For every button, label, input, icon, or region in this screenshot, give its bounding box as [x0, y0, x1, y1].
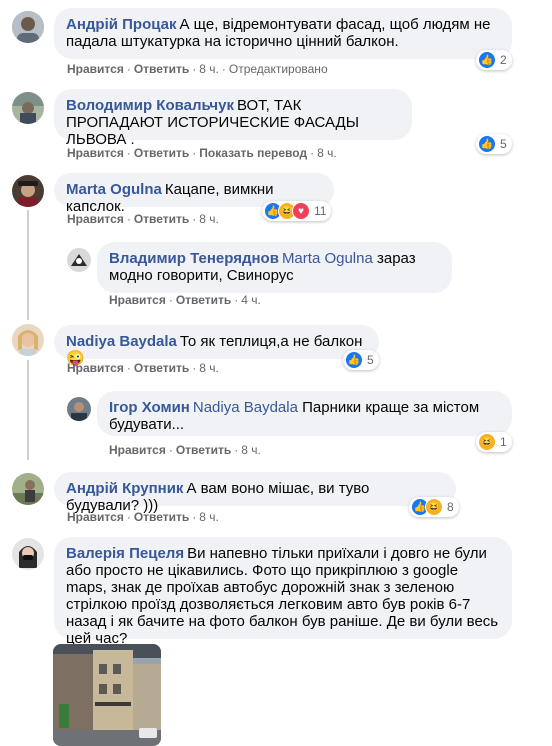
comment-bubble: Володимир Ковальчук ВОТ, ТАК ПРОПАДАЮТ ИС…	[54, 89, 412, 148]
reaction-summary[interactable]: 👍 5	[343, 350, 379, 370]
reaction-summary[interactable]: 👍 5	[476, 134, 512, 154]
haha-icon: 😆	[425, 498, 443, 516]
like-button[interactable]: Нравится	[109, 443, 166, 457]
avatar[interactable]	[12, 473, 44, 505]
reply-button[interactable]: Ответить	[134, 510, 189, 524]
thread-line	[27, 210, 29, 320]
comment-author[interactable]: Nadiya Baydala	[66, 333, 177, 350]
avatar[interactable]	[12, 538, 44, 570]
show-translation-button[interactable]: Показать перевод	[199, 146, 307, 160]
avatar[interactable]	[12, 92, 44, 124]
comment-author[interactable]: Ігор Хомин	[109, 399, 190, 416]
comment-author[interactable]: Андрій Процак	[66, 16, 177, 33]
avatar[interactable]	[67, 397, 91, 421]
avatar[interactable]	[67, 248, 91, 272]
comment-bubble: Nadiya Baydala То як теплиця,а не балкон😜	[54, 325, 379, 367]
timestamp[interactable]: 4 ч.	[241, 293, 261, 307]
comment-actions: Нравится · Ответить · 8 ч.	[67, 361, 219, 375]
comment-actions: Нравится · Ответить · 8 ч.	[67, 212, 219, 226]
like-button[interactable]: Нравится	[67, 510, 124, 524]
timestamp[interactable]: 8 ч.	[241, 443, 261, 457]
reaction-count: 11	[314, 204, 327, 218]
reaction-count: 8	[447, 500, 454, 514]
reply-button[interactable]: Ответить	[176, 443, 231, 457]
reaction-summary[interactable]: 👍 😆 8	[409, 497, 459, 517]
timestamp[interactable]: 8 ч.	[199, 212, 219, 226]
reply-button[interactable]: Ответить	[176, 293, 231, 307]
reaction-summary[interactable]: 😆 1	[476, 432, 512, 452]
timestamp[interactable]: 8 ч.	[199, 361, 219, 375]
timestamp[interactable]: 8 ч.	[317, 146, 337, 160]
comment-author[interactable]: Владимир Тенеряднов	[109, 250, 279, 267]
like-icon: 👍	[478, 135, 496, 153]
mention-link[interactable]: Nadiya Baydala	[193, 399, 298, 416]
comment-author[interactable]: Marta Ogulna	[66, 181, 162, 198]
love-icon: ♥	[292, 202, 310, 220]
comment-author[interactable]: Володимир Ковальчук	[66, 97, 234, 114]
like-icon: 👍	[478, 51, 496, 69]
reply-button[interactable]: Ответить	[134, 361, 189, 375]
reaction-summary[interactable]: 👍 2	[476, 50, 512, 70]
comment-bubble: Ігор Хомин Nadiya Baydala Парники краще з…	[97, 391, 512, 436]
avatar[interactable]	[12, 175, 44, 207]
comment-bubble: Андрій Процак А ще, відремонтувати фасад,…	[54, 8, 512, 59]
edited-label: Отредактировано	[228, 62, 328, 76]
haha-icon: 😆	[478, 433, 496, 451]
reply-button[interactable]: Ответить	[134, 212, 189, 226]
comment-author[interactable]: Валерія Пецеля	[66, 545, 184, 562]
reaction-summary[interactable]: 👍 😆 ♥ 11	[262, 201, 332, 221]
reply-button[interactable]: Ответить	[134, 146, 189, 160]
comment-actions: Нравится · Ответить · Показать перевод · 8 ч.	[67, 146, 337, 160]
avatar[interactable]	[12, 324, 44, 356]
avatar[interactable]	[12, 11, 44, 43]
like-button[interactable]: Нравится	[67, 146, 124, 160]
reaction-count: 5	[367, 353, 374, 367]
comment-text: То як теплиця,а не балкон	[179, 333, 363, 350]
like-button[interactable]: Нравится	[67, 212, 124, 226]
comment-actions: Нравится · Ответить · 8 ч.	[67, 510, 219, 524]
comment-author[interactable]: Андрій Крупник	[66, 480, 183, 497]
comment-actions: Нравится · Ответить · 8 ч.	[109, 443, 261, 457]
mention-link[interactable]: Marta Ogulna	[282, 250, 373, 267]
comment-bubble: Андрій Крупник А вам воно мішає, ви туво …	[54, 472, 456, 514]
like-button[interactable]: Нравится	[109, 293, 166, 307]
timestamp[interactable]: 8 ч.	[199, 62, 219, 76]
comment-bubble: Валерія Пецеля Ви напевно тільки приїхали…	[54, 537, 512, 647]
attached-photo[interactable]	[53, 644, 161, 746]
comment-actions: Нравится · Ответить · 4 ч.	[109, 293, 261, 307]
like-icon: 👍	[345, 351, 363, 369]
reply-button[interactable]: Ответить	[134, 62, 189, 76]
like-button[interactable]: Нравится	[67, 361, 124, 375]
comment-actions: Нравится · Ответить · 8 ч. · Отредактировано	[67, 62, 328, 76]
like-button[interactable]: Нравится	[67, 62, 124, 76]
comment-bubble: Владимир Тенеряднов Marta Ogulna зараз мо…	[97, 242, 452, 293]
timestamp[interactable]: 8 ч.	[199, 510, 219, 524]
reaction-count: 5	[500, 137, 507, 151]
thread-line	[27, 360, 29, 460]
reaction-count: 2	[500, 53, 507, 67]
reaction-count: 1	[500, 435, 507, 449]
